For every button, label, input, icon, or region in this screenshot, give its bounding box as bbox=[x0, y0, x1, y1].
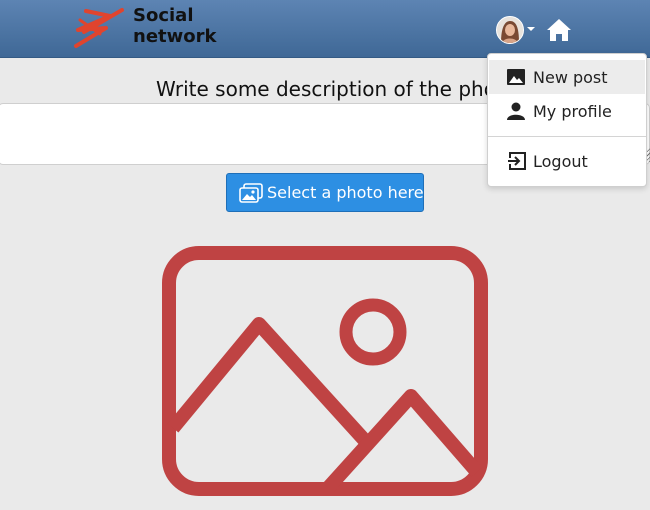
image-placeholder-icon bbox=[162, 246, 488, 496]
home-icon[interactable] bbox=[546, 18, 572, 42]
description-label: Write some description of the photo bbox=[156, 77, 517, 101]
logo-line-2: network bbox=[133, 26, 217, 47]
menu-caret-icon[interactable] bbox=[527, 27, 535, 31]
menu-item-my-profile[interactable]: My profile bbox=[489, 94, 645, 128]
avatar-image bbox=[497, 17, 523, 43]
select-photo-button[interactable]: Select a photo here bbox=[226, 173, 424, 212]
menu-item-label: New post bbox=[533, 67, 608, 87]
images-icon bbox=[239, 182, 263, 203]
user-menu-dropdown: New post My profile Logout bbox=[487, 53, 647, 187]
logo-text[interactable]: Social network bbox=[133, 5, 216, 47]
person-icon bbox=[507, 102, 525, 120]
user-avatar[interactable] bbox=[496, 16, 524, 44]
navbar: Social network bbox=[0, 0, 650, 58]
logo-icon[interactable] bbox=[70, 6, 126, 50]
menu-item-logout[interactable]: Logout bbox=[489, 144, 645, 178]
image-icon bbox=[507, 69, 525, 85]
menu-item-label: Logout bbox=[533, 151, 588, 171]
select-photo-label: Select a photo here bbox=[267, 183, 424, 202]
menu-divider bbox=[488, 136, 646, 137]
logout-icon bbox=[508, 152, 526, 170]
logo-line-1: Social bbox=[133, 5, 194, 26]
menu-item-label: My profile bbox=[533, 101, 612, 121]
menu-item-new-post[interactable]: New post bbox=[489, 60, 645, 94]
